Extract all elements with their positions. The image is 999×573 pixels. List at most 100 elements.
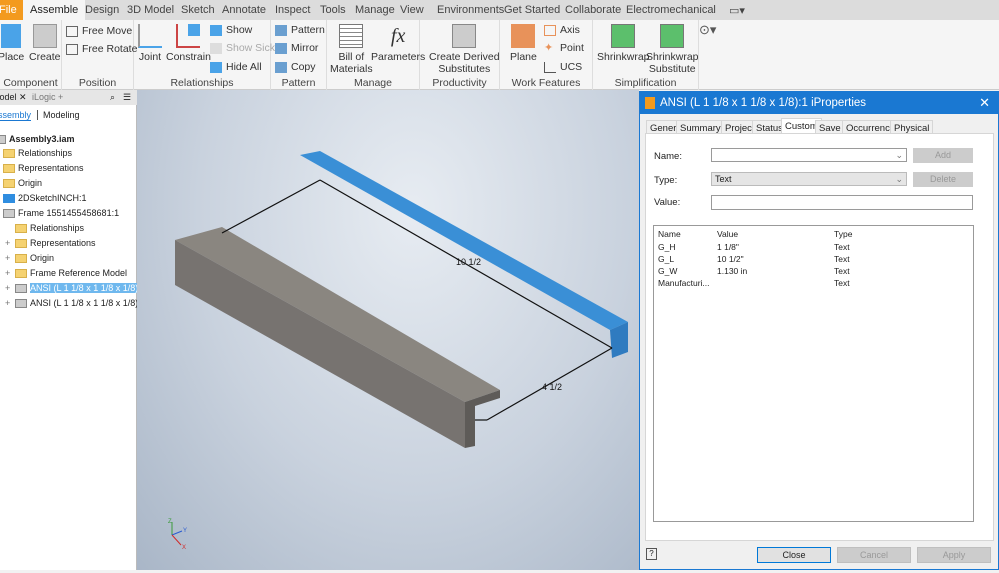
tree-item[interactable]: + Frame Reference Model [5,266,127,280]
table-cell: 1.130 in [717,266,748,276]
table-cell: Text [834,242,850,252]
tree-item-label: Origin [18,178,43,188]
column-header[interactable]: Value [717,229,738,239]
shrinkwrap-button[interactable]: Shrinkwrap [597,24,650,63]
apply-button[interactable]: Apply [917,547,991,563]
delete-button[interactable]: Delete [913,172,973,187]
dimension-length[interactable]: 10 1/2 [456,257,481,267]
table-row[interactable]: Manufacturi... Text [654,277,973,289]
tree-item-label: Assembly3.iam [9,134,75,144]
derived-icon [452,24,477,48]
point-button[interactable]: ✦ Point [544,42,584,54]
ribbon-tab-electromechanical[interactable]: Electromechanical [619,0,723,20]
place-button[interactable]: Place [0,24,24,63]
hide-all-button[interactable]: Hide All [210,61,262,73]
free-rotate-button[interactable]: Free Rotate [66,43,137,55]
shrinkwrap-substitute-button[interactable]: Shrinkwrap Substitute [646,24,699,75]
table-row[interactable]: G_H 1 1/8" Text [654,241,973,253]
label: Substitute [648,63,696,75]
value-label: Value: [654,197,681,208]
ucs-button[interactable]: UCS [544,61,582,73]
panel-toggle-icon[interactable]: ▭▾ [722,0,752,20]
axis-button[interactable]: Axis [544,24,580,36]
subtab-assembly[interactable]: Assembly [0,110,32,121]
table-cell: G_H [658,242,676,252]
folder-icon [3,194,15,204]
cancel-button[interactable]: Cancel [837,547,911,563]
tree-item[interactable]: Frame 1551455458681:1 [3,206,119,220]
expand-icon[interactable]: + [5,251,10,265]
column-header[interactable]: Name [658,229,681,239]
label: Bill of [338,51,365,63]
ribbon-tab-design[interactable]: Design [78,0,126,20]
folder-icon [0,135,6,145]
tree-item[interactable]: 2DSketchINCH:1 [3,191,87,205]
subtab-modeling[interactable]: Modeling [37,110,80,120]
tab-model[interactable]: Model ✕ [0,90,27,105]
parameters-button[interactable]: fx Parameters [371,24,425,63]
dimension-width[interactable]: 4 1/2 [542,382,562,392]
mirror-button[interactable]: Mirror [275,42,318,54]
add-button[interactable]: Add [913,148,973,163]
close-button[interactable]: Close [757,547,831,563]
dialog-titlebar[interactable]: ANSI (L 1 1/8 x 1 1/8 x 1/8):1 iProperti… [640,92,998,114]
part-icon [645,97,655,109]
show-button[interactable]: Show [210,24,252,36]
customize-dropdown[interactable]: ⊙▾ [699,22,716,38]
search-icon[interactable]: ⌕ [110,90,115,105]
expand-icon[interactable]: + [5,266,10,280]
tree-item[interactable]: + ANSI (L 1 1/8 x 1 1/8 x 1/8):1 [5,281,146,295]
pattern-button[interactable]: Pattern [275,24,325,36]
ribbon-tab-inspect[interactable]: Inspect [268,0,317,20]
ribbon-tab-view[interactable]: View [393,0,431,20]
tree-item[interactable]: + Origin [5,251,54,265]
ribbon-tab-annotate[interactable]: Annotate [215,0,273,20]
expand-icon[interactable]: + [5,281,10,295]
label: Free Move [82,25,133,37]
table-row[interactable]: G_W 1.130 in Text [654,265,973,277]
tree-item[interactable]: Assembly3.iam [0,132,75,146]
tree-item[interactable]: Representations [3,161,84,175]
expand-icon[interactable]: + [5,236,10,250]
ribbon-tab-3d-model[interactable]: 3D Model [120,0,181,20]
ribbon-tab-tools[interactable]: Tools [313,0,353,20]
free-move-button[interactable]: Free Move [66,25,132,37]
joint-button[interactable]: Joint [138,24,162,63]
ribbon-tab-assemble[interactable]: Assemble [23,0,86,20]
tree-item[interactable]: Origin [3,176,42,190]
free-move-icon [66,25,78,37]
label: Model [0,92,17,102]
svg-text:Z: Z [168,519,172,525]
tree-item[interactable]: Relationships [15,221,84,235]
ribbon-tab-file[interactable]: File [0,0,24,20]
bill-of-materials-button[interactable]: Bill of Materials [330,24,373,75]
create-button[interactable]: Create [29,24,61,63]
ribbon-tab-get-started[interactable]: Get Started [497,0,567,20]
panel-label: Simplification [614,77,677,89]
ribbon-tab-collaborate[interactable]: Collaborate [558,0,628,20]
show-sick-button[interactable]: Show Sick [210,42,275,54]
create-derived-substitutes-button[interactable]: Create Derived Substitutes [429,24,500,75]
help-icon[interactable]: ? [646,548,657,560]
plane-button[interactable]: Plane [510,24,537,63]
name-combobox[interactable]: ⌄ [711,148,907,162]
graphics-viewport[interactable]: 10 1/2 4 1/2 Z Y X [137,90,639,570]
column-header[interactable]: Type [834,229,852,239]
table-cell: Text [834,266,850,276]
properties-list[interactable]: Name Value Type G_H 1 1/8" Text G_L 10 1/2" Text… [653,225,974,522]
menu-icon[interactable]: ☰ [123,90,131,105]
tree-item[interactable]: + ANSI (L 1 1/8 x 1 1/8 x 1/8):2 [5,296,146,310]
close-icon[interactable]: ✕ [979,92,990,114]
tree-item[interactable]: Relationships [3,146,72,160]
constrain-button[interactable]: Constrain [166,24,211,63]
tab-ilogic[interactable]: iLogic + [32,90,63,105]
folder-icon [15,224,27,234]
tree-item[interactable]: + Representations [5,236,96,250]
folder-icon [15,269,27,279]
expand-icon[interactable]: + [5,296,10,310]
label: Constrain [166,51,211,63]
type-select[interactable]: Text ⌄ [711,172,907,186]
table-row[interactable]: G_L 10 1/2" Text [654,253,973,265]
value-input[interactable] [711,195,973,210]
copy-button[interactable]: Copy [275,61,316,73]
